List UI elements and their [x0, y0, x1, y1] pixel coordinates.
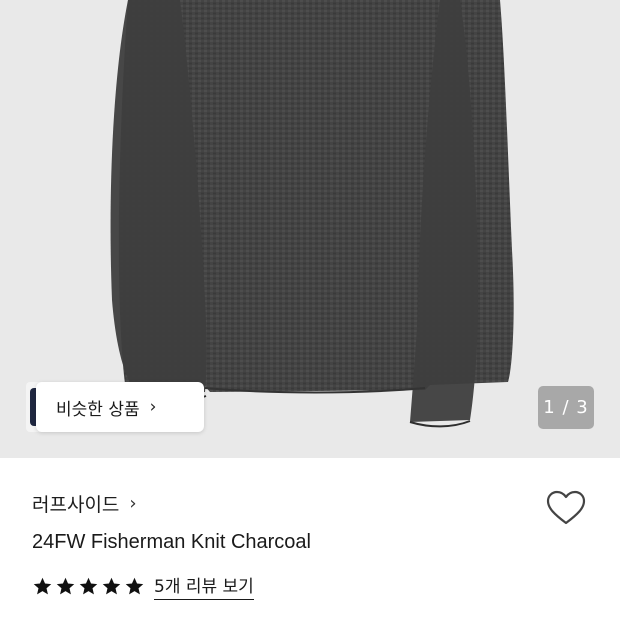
brand-link[interactable]: 러프사이드 › [32, 490, 137, 517]
star-icon [56, 577, 75, 594]
product-image-gallery[interactable]: 비슷한 상품 › 1 / 3 [0, 0, 620, 458]
rating-row: 5개 리뷰 보기 [32, 572, 254, 600]
star-icon [102, 577, 121, 594]
product-info: 러프사이드 › 24FW Fisherman Knit Charcoal 5개 … [0, 458, 620, 620]
product-title: 24FW Fisherman Knit Charcoal [32, 531, 311, 553]
star-icon [79, 577, 98, 594]
heart-outline-icon[interactable] [546, 490, 586, 526]
star-icon [125, 577, 144, 594]
chevron-right-icon: › [129, 493, 137, 514]
image-counter: 1 / 3 [538, 386, 594, 429]
similar-products-button[interactable]: 비슷한 상품 › [26, 382, 204, 432]
brand-name: 러프사이드 [32, 494, 120, 516]
star-icon [33, 577, 52, 594]
similar-products-label: 비슷한 상품 [56, 399, 140, 420]
reviews-link[interactable]: 5개 리뷰 보기 [154, 572, 254, 600]
rating-stars [32, 576, 145, 597]
chevron-right-icon: › [149, 397, 157, 417]
similar-products-label-card[interactable]: 비슷한 상품 › [36, 382, 204, 432]
